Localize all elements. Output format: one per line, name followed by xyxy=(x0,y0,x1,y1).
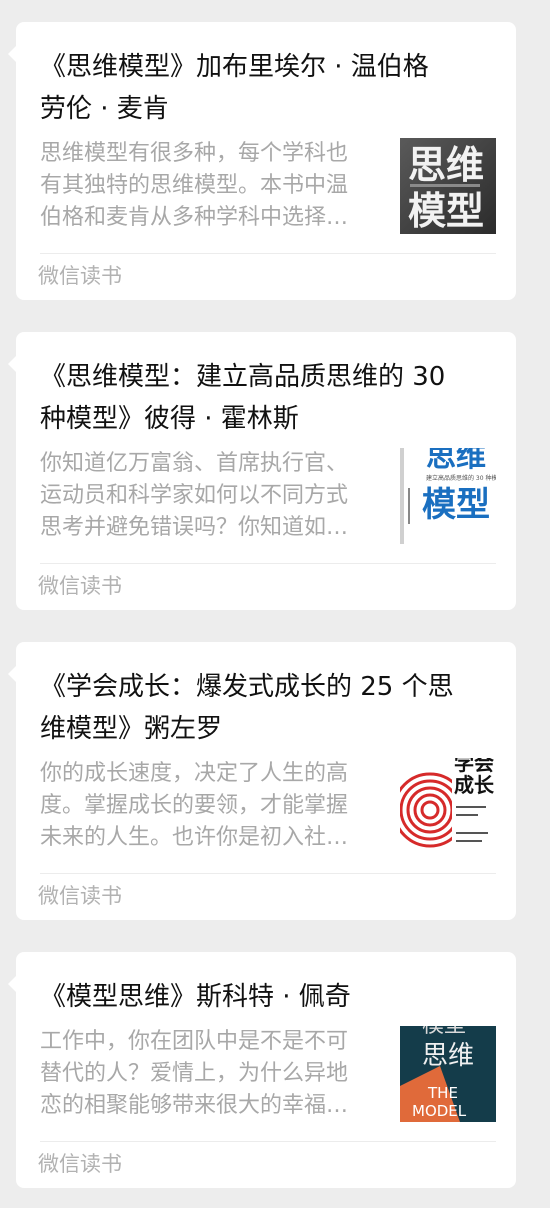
article-title[interactable]: 《学会成长：爆发式成长的 25 个思 维模型》粥左罗 xyxy=(40,666,492,750)
cover-text: 成长 xyxy=(454,773,495,797)
cover-text: THE xyxy=(427,1084,458,1102)
article-card[interactable]: 《思维模型：建立高品质思维的 30 种模型》彼得 · 霍林斯 你知道亿万富翁、首… xyxy=(8,332,516,610)
article-description: 思维模型有很多种，每个学科也 有其独特的思维模型。本书中温 伯格和麦肯从多种学科… xyxy=(40,138,390,234)
source-label[interactable]: 微信读书 xyxy=(38,262,122,290)
description-line: 运动员和科学家如何以不同方式 xyxy=(40,483,349,508)
article-description: 你知道亿万富翁、首席执行官、 运动员和科学家如何以不同方式 思考并避免错误吗？你… xyxy=(40,448,390,544)
cover-text: MODEL xyxy=(412,1102,467,1120)
cover-text: 模型 xyxy=(408,189,484,233)
cover-text: 模型 xyxy=(422,485,490,525)
book-cover-icon[interactable]: 学会 成长 xyxy=(400,758,496,854)
article-title-line: 《模型思维》斯科特 · 佩奇 xyxy=(40,982,351,1012)
article-title[interactable]: 《思维模型：建立高品质思维的 30 种模型》彼得 · 霍林斯 xyxy=(40,356,492,440)
source-label[interactable]: 微信读书 xyxy=(38,882,122,910)
divider xyxy=(40,253,496,254)
description-line: 工作中，你在团队中是不是不可 xyxy=(40,1029,349,1054)
article-title-line: 维模型》粥左罗 xyxy=(40,714,223,744)
divider xyxy=(40,1141,496,1142)
book-cover-icon[interactable]: 思维 建立高品质思维的 30 种模型 模型 xyxy=(400,448,496,544)
cover-text: 思维 xyxy=(408,143,484,187)
article-card[interactable]: 《模型思维》斯科特 · 佩奇 工作中，你在团队中是不是不可 替代的人？爱情上，为… xyxy=(8,952,516,1188)
description-line: 替代的人？爱情上，为什么异地 xyxy=(40,1061,349,1086)
article-title-line: 劳伦 · 麦肯 xyxy=(40,94,169,124)
article-title[interactable]: 《模型思维》斯科特 · 佩奇 xyxy=(40,976,492,1018)
source-label[interactable]: 微信读书 xyxy=(38,1150,122,1178)
article-title-line: 《思维模型：建立高品质思维的 30 xyxy=(40,362,446,392)
description-line: 度。掌握成长的要领，才能掌握 xyxy=(40,793,349,818)
article-card[interactable]: 《思维模型》加布里埃尔 · 温伯格 劳伦 · 麦肯 思维模型有很多种，每个学科也… xyxy=(8,22,516,300)
cover-subtitle: 建立高品质思维的 30 种模型 xyxy=(426,474,496,482)
description-line: 思考并避免错误吗？你知道如… xyxy=(40,515,349,540)
article-title-line: 《思维模型》加布里埃尔 · 温伯格 xyxy=(40,52,429,82)
book-cover-icon[interactable]: 思维 模型 xyxy=(400,138,496,234)
description-line: 你知道亿万富翁、首席执行官、 xyxy=(40,451,349,476)
description-line: 未来的人生。也许你是初入社… xyxy=(40,825,349,850)
article-description: 你的成长速度，决定了人生的高 度。掌握成长的要领，才能掌握 未来的人生。也许你是… xyxy=(40,758,390,854)
description-line: 伯格和麦肯从多种学科中选择… xyxy=(40,205,349,230)
cover-text: 思维 xyxy=(422,1041,474,1071)
article-description: 工作中，你在团队中是不是不可 替代的人？爱情上，为什么异地 恋的相聚能够带来很大… xyxy=(40,1026,390,1122)
description-line: 思维模型有很多种，每个学科也 xyxy=(40,141,349,166)
cover-text: 模型 xyxy=(422,1026,466,1038)
description-line: 你的成长速度，决定了人生的高 xyxy=(40,761,349,786)
article-card[interactable]: 《学会成长：爆发式成长的 25 个思 维模型》粥左罗 你的成长速度，决定了人生的… xyxy=(8,642,516,920)
description-line: 有其独特的思维模型。本书中温 xyxy=(40,173,349,198)
description-line: 恋的相聚能够带来很大的幸福… xyxy=(40,1093,349,1118)
article-title-line: 《学会成长：爆发式成长的 25 个思 xyxy=(40,672,454,702)
cover-text: 思维 xyxy=(426,448,486,474)
divider xyxy=(40,563,496,564)
article-title-line: 种模型》彼得 · 霍林斯 xyxy=(40,404,299,434)
book-cover-icon[interactable]: 模型 思维 THE MODEL xyxy=(400,1026,496,1122)
source-label[interactable]: 微信读书 xyxy=(38,572,122,600)
article-title[interactable]: 《思维模型》加布里埃尔 · 温伯格 劳伦 · 麦肯 xyxy=(40,46,492,130)
divider xyxy=(40,873,496,874)
